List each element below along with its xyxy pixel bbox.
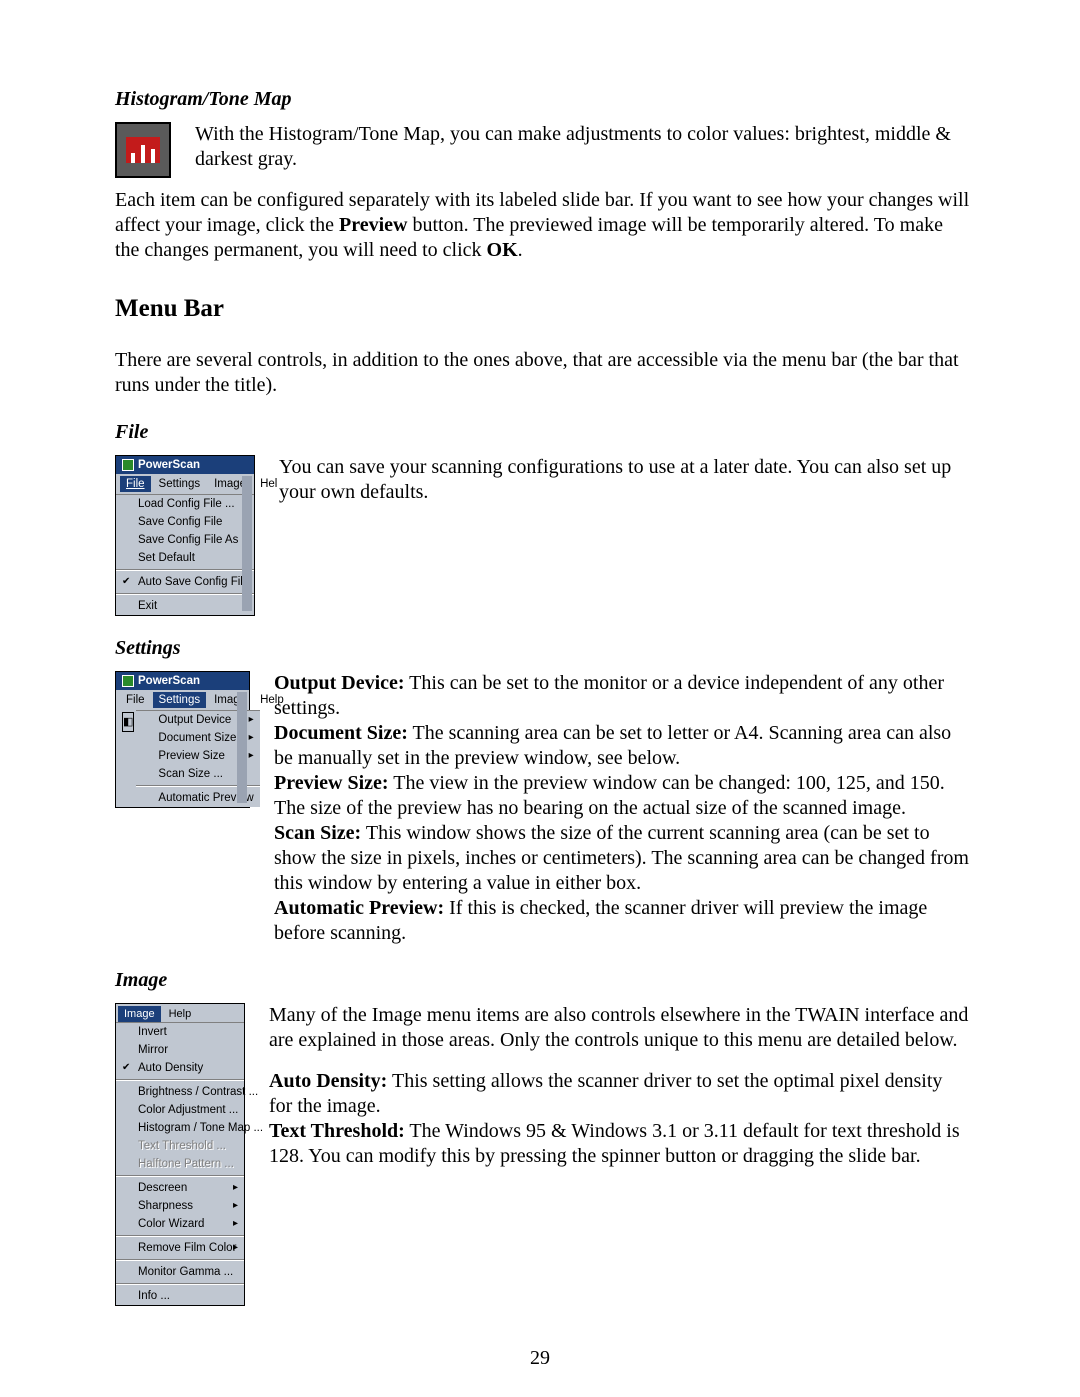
menubar: File Settings Image Help xyxy=(116,690,249,710)
label: Document Size: xyxy=(274,722,408,744)
dropdown-menu: Invert Mirror Auto Density Brightness / … xyxy=(116,1022,244,1305)
window-title: PowerScan xyxy=(138,674,200,688)
menuitem-descreen[interactable]: Descreen xyxy=(116,1179,244,1197)
label: Automatic Preview: xyxy=(274,897,444,919)
menuitem-halftone-pattern: Halftone Pattern ... xyxy=(116,1155,244,1173)
menuitem-autosave-config[interactable]: Auto Save Config File xyxy=(116,573,254,591)
menuitem-remove-film-color[interactable]: Remove Film Color xyxy=(116,1239,244,1257)
text: . xyxy=(518,239,523,261)
label: Output Device: xyxy=(274,672,405,694)
ok-word: OK xyxy=(487,239,518,261)
histogram-icon xyxy=(115,122,171,178)
menuitem-sharpness[interactable]: Sharpness xyxy=(116,1197,244,1215)
menuitem-auto-density[interactable]: Auto Density xyxy=(116,1059,244,1077)
menu-help[interactable]: Help xyxy=(254,692,290,708)
heading-image: Image xyxy=(115,968,970,993)
heading-file: File xyxy=(115,420,970,445)
menuitem-save-config-as[interactable]: Save Config File As ... xyxy=(116,531,254,549)
settings-menu-screenshot: PowerScan File Settings Image Help ◧ Out… xyxy=(115,671,250,808)
text: This window shows the size of the curren… xyxy=(274,822,969,894)
dropdown-menu: Load Config File ... Save Config File Sa… xyxy=(116,494,254,615)
menuitem-exit[interactable]: Exit xyxy=(116,597,254,615)
menuitem-histogram-tone-map[interactable]: Histogram / Tone Map ... xyxy=(116,1119,244,1137)
scrollbar[interactable] xyxy=(242,476,252,611)
histogram-intro: With the Histogram/Tone Map, you can mak… xyxy=(195,122,970,172)
label: Preview Size: xyxy=(274,772,389,794)
menu-settings[interactable]: Settings xyxy=(153,476,207,492)
image-block: Image Help Invert Mirror Auto Density Br… xyxy=(115,1003,970,1306)
menuitem-info[interactable]: Info ... xyxy=(116,1287,244,1305)
menu-image[interactable]: Image xyxy=(118,1006,161,1022)
menu-help[interactable]: Hel xyxy=(254,476,283,492)
menuitem-load-config[interactable]: Load Config File ... xyxy=(116,495,254,513)
config-paragraph: Each item can be configured separately w… xyxy=(115,188,970,263)
toolbar-button[interactable]: ◧ xyxy=(122,712,134,732)
page-number: 29 xyxy=(0,1346,1080,1371)
menuitem-brightness-contrast[interactable]: Brightness / Contrast ... xyxy=(116,1083,244,1101)
histogram-block: With the Histogram/Tone Map, you can mak… xyxy=(115,122,970,188)
page: Histogram/Tone Map With the Histogram/To… xyxy=(0,0,1080,1397)
menu-settings[interactable]: Settings xyxy=(153,692,207,708)
label: Auto Density: xyxy=(269,1070,387,1092)
file-desc: You can save your scanning configuration… xyxy=(279,455,970,505)
image-desc: Many of the Image menu items are also co… xyxy=(269,1003,970,1169)
menuitem-color-adjustment[interactable]: Color Adjustment ... xyxy=(116,1101,244,1119)
file-block: PowerScan File Settings Image Hel Load C… xyxy=(115,455,970,616)
heading-settings: Settings xyxy=(115,636,970,661)
window-titlebar: PowerScan xyxy=(116,672,249,690)
menuitem-invert[interactable]: Invert xyxy=(116,1023,244,1041)
menu-help[interactable]: Help xyxy=(163,1006,198,1022)
heading-menubar: Menu Bar xyxy=(115,293,970,324)
label: Text Threshold: xyxy=(269,1120,405,1142)
image-intro: Many of the Image menu items are also co… xyxy=(269,1003,970,1053)
settings-desc: Output Device: This can be set to the mo… xyxy=(274,671,970,946)
menu-file[interactable]: File xyxy=(120,476,151,492)
image-menu-screenshot: Image Help Invert Mirror Auto Density Br… xyxy=(115,1003,245,1306)
file-menu-screenshot: PowerScan File Settings Image Hel Load C… xyxy=(115,455,255,616)
scrollbar[interactable] xyxy=(237,692,247,803)
preview-word: Preview xyxy=(339,214,408,236)
menuitem-monitor-gamma[interactable]: Monitor Gamma ... xyxy=(116,1263,244,1281)
menuitem-text-threshold: Text Threshold ... xyxy=(116,1137,244,1155)
label: Scan Size: xyxy=(274,822,361,844)
menubar: File Settings Image Hel xyxy=(116,474,254,494)
settings-block: PowerScan File Settings Image Help ◧ Out… xyxy=(115,671,970,946)
menuitem-color-wizard[interactable]: Color Wizard xyxy=(116,1215,244,1233)
menuitem-save-config[interactable]: Save Config File xyxy=(116,513,254,531)
app-icon xyxy=(122,675,134,687)
app-icon xyxy=(122,459,134,471)
menuitem-set-default[interactable]: Set Default xyxy=(116,549,254,567)
window-titlebar: PowerScan xyxy=(116,456,254,474)
heading-histogram: Histogram/Tone Map xyxy=(115,87,970,112)
menubar: Image Help xyxy=(116,1004,244,1022)
menubar-intro: There are several controls, in addition … xyxy=(115,348,970,398)
menuitem-mirror[interactable]: Mirror xyxy=(116,1041,244,1059)
menu-file[interactable]: File xyxy=(120,692,151,708)
window-title: PowerScan xyxy=(138,458,200,472)
